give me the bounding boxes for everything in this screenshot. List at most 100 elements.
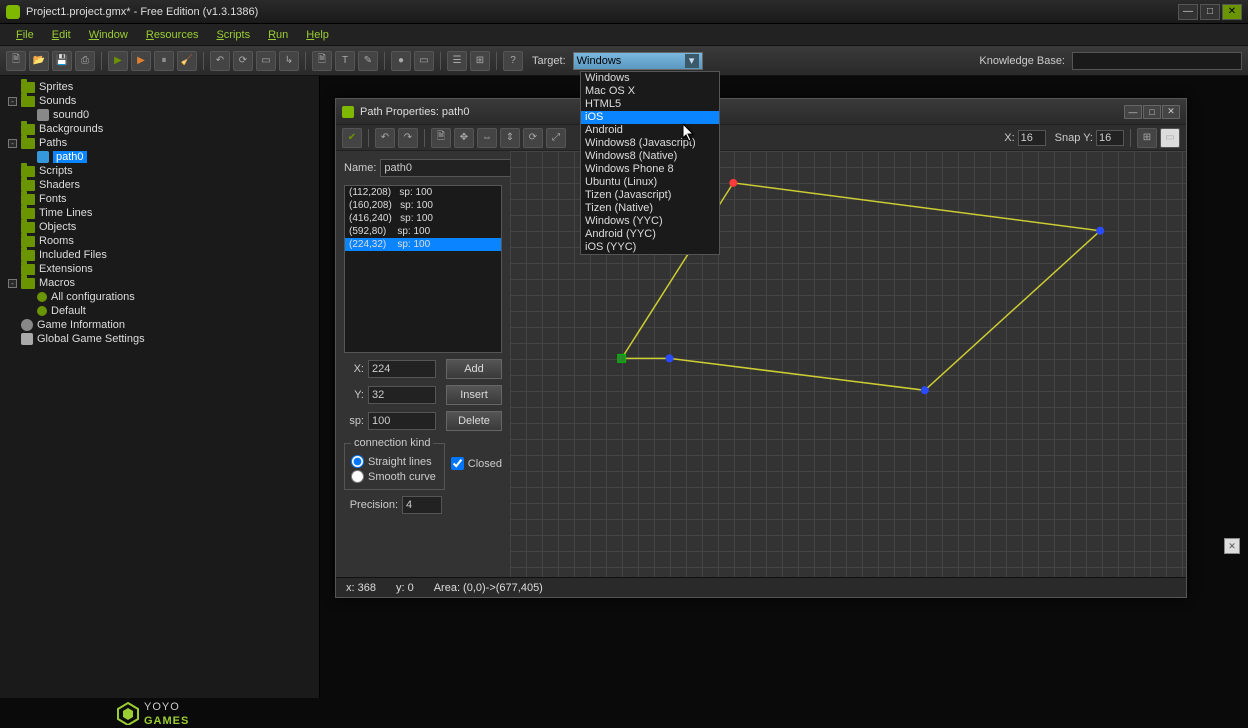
knowledge-base-input[interactable]: [1072, 52, 1242, 70]
clean-button[interactable]: 🧹: [177, 51, 197, 71]
dropdown-option[interactable]: HTML5: [581, 98, 719, 111]
path-scale-button[interactable]: ⤢: [546, 128, 566, 148]
path-name-input[interactable]: [380, 159, 530, 177]
path-move-button[interactable]: ✥: [454, 128, 474, 148]
help-button[interactable]: ?: [503, 51, 523, 71]
list-item[interactable]: (112,208) sp: 100: [345, 186, 501, 199]
tree-item[interactable]: Rooms: [0, 234, 319, 248]
tree-item[interactable]: Sprites: [0, 80, 319, 94]
tree-item[interactable]: Global Game Settings: [0, 332, 319, 346]
add-button[interactable]: Add: [446, 359, 502, 379]
save-button[interactable]: 💾: [52, 51, 72, 71]
grid-toggle-button[interactable]: ⊞: [1137, 128, 1157, 148]
dropdown-option[interactable]: Mac OS X: [581, 85, 719, 98]
list-item[interactable]: (416,240) sp: 100: [345, 212, 501, 225]
closed-checkbox[interactable]: [451, 457, 464, 470]
dropdown-option[interactable]: Android: [581, 124, 719, 137]
path-rotate-button[interactable]: ⟳: [523, 128, 543, 148]
tb-globe-button[interactable]: ●: [391, 51, 411, 71]
path-clear-button[interactable]: 🗎: [431, 128, 451, 148]
path-undo-button[interactable]: ↶: [375, 128, 395, 148]
precision-input[interactable]: [402, 496, 442, 514]
dropdown-option[interactable]: Ubuntu (Linux): [581, 176, 719, 189]
tb-branch-button[interactable]: ↳: [279, 51, 299, 71]
tb-edit-button[interactable]: ✎: [358, 51, 378, 71]
menu-edit[interactable]: Edit: [44, 27, 79, 43]
tree-item[interactable]: Game Information: [0, 318, 319, 332]
dropdown-option[interactable]: iOS: [581, 111, 719, 124]
dropdown-option[interactable]: Windows: [581, 72, 719, 85]
tree-item[interactable]: Backgrounds: [0, 122, 319, 136]
path-flip-button[interactable]: ⇕: [500, 128, 520, 148]
tree-item[interactable]: -Macros: [0, 276, 319, 290]
path-mirror-button[interactable]: ⇔: [477, 128, 497, 148]
tree-item[interactable]: Shaders: [0, 178, 319, 192]
sp-input[interactable]: [368, 412, 436, 430]
tree-item[interactable]: Fonts: [0, 192, 319, 206]
tree-item[interactable]: Objects: [0, 220, 319, 234]
tb-list-button[interactable]: ☰: [447, 51, 467, 71]
menu-scripts[interactable]: Scripts: [208, 27, 258, 43]
dropdown-option[interactable]: Windows Phone 8: [581, 163, 719, 176]
tree-item[interactable]: Included Files: [0, 248, 319, 262]
delete-button[interactable]: Delete: [446, 411, 502, 431]
minimize-button[interactable]: —: [1178, 4, 1198, 20]
open-button[interactable]: 📂: [29, 51, 49, 71]
new-button[interactable]: 🗎: [6, 51, 26, 71]
insert-button[interactable]: Insert: [446, 385, 502, 405]
dropdown-option[interactable]: Windows (YYC): [581, 215, 719, 228]
tb-grid-button[interactable]: ⊞: [470, 51, 490, 71]
y-input[interactable]: [368, 386, 436, 404]
tree-item[interactable]: All configurations: [0, 290, 319, 304]
target-dropdown[interactable]: Windows ▾: [573, 52, 703, 70]
menu-file[interactable]: File: [8, 27, 42, 43]
dropdown-option[interactable]: Windows8 (Javascript): [581, 137, 719, 150]
dropdown-option[interactable]: Windows8 (Native): [581, 150, 719, 163]
tree-item[interactable]: Scripts: [0, 164, 319, 178]
tree-item[interactable]: Time Lines: [0, 206, 319, 220]
tb-text-button[interactable]: T: [335, 51, 355, 71]
panel-close-button[interactable]: ✕: [1224, 538, 1240, 554]
tree-item[interactable]: path0: [0, 150, 319, 164]
tb-doc-button[interactable]: 🗎: [312, 51, 332, 71]
tb-back-button[interactable]: ↶: [210, 51, 230, 71]
tree-item[interactable]: Default: [0, 304, 319, 318]
tb-rect-button[interactable]: ▭: [414, 51, 434, 71]
target-dropdown-list[interactable]: WindowsMac OS XHTML5iOSAndroidWindows8 (…: [580, 71, 720, 255]
path-win-max-button[interactable]: □: [1143, 105, 1161, 119]
stop-button[interactable]: ⏸: [154, 51, 174, 71]
menu-window[interactable]: Window: [81, 27, 136, 43]
list-item[interactable]: (160,208) sp: 100: [345, 199, 501, 212]
tree-item[interactable]: sound0: [0, 108, 319, 122]
menu-resources[interactable]: Resources: [138, 27, 207, 43]
tree-item[interactable]: -Sounds: [0, 94, 319, 108]
run-button[interactable]: ▶: [108, 51, 128, 71]
close-button[interactable]: ✕: [1222, 4, 1242, 20]
tree-item[interactable]: -Paths: [0, 136, 319, 150]
path-redo-button[interactable]: ↷: [398, 128, 418, 148]
dropdown-option[interactable]: Android (YYC): [581, 228, 719, 241]
dropdown-option[interactable]: iOS (YYC): [581, 241, 719, 254]
list-item[interactable]: (592,80) sp: 100: [345, 225, 501, 238]
room-bg-button[interactable]: ▭: [1160, 128, 1180, 148]
resource-tree[interactable]: Sprites-Soundssound0Backgrounds-Pathspat…: [0, 76, 320, 698]
path-ok-button[interactable]: ✔: [342, 128, 362, 148]
export-button[interactable]: ⎙: [75, 51, 95, 71]
menu-help[interactable]: Help: [298, 27, 337, 43]
dropdown-option[interactable]: Tizen (Javascript): [581, 189, 719, 202]
path-win-min-button[interactable]: —: [1124, 105, 1142, 119]
tree-item[interactable]: Extensions: [0, 262, 319, 276]
dropdown-option[interactable]: Tizen (Native): [581, 202, 719, 215]
menu-run[interactable]: Run: [260, 27, 296, 43]
path-win-close-button[interactable]: ✕: [1162, 105, 1180, 119]
x-input[interactable]: [368, 360, 436, 378]
snapy-input[interactable]: [1096, 130, 1124, 146]
maximize-button[interactable]: □: [1200, 4, 1220, 20]
straight-lines-radio[interactable]: [351, 455, 364, 468]
tb-window-button[interactable]: ▭: [256, 51, 276, 71]
tb-reload-button[interactable]: ⟳: [233, 51, 253, 71]
smooth-curve-radio[interactable]: [351, 470, 364, 483]
snapx-input[interactable]: [1018, 130, 1046, 146]
debug-button[interactable]: ▶: [131, 51, 151, 71]
list-item[interactable]: (224,32) sp: 100: [345, 238, 501, 251]
